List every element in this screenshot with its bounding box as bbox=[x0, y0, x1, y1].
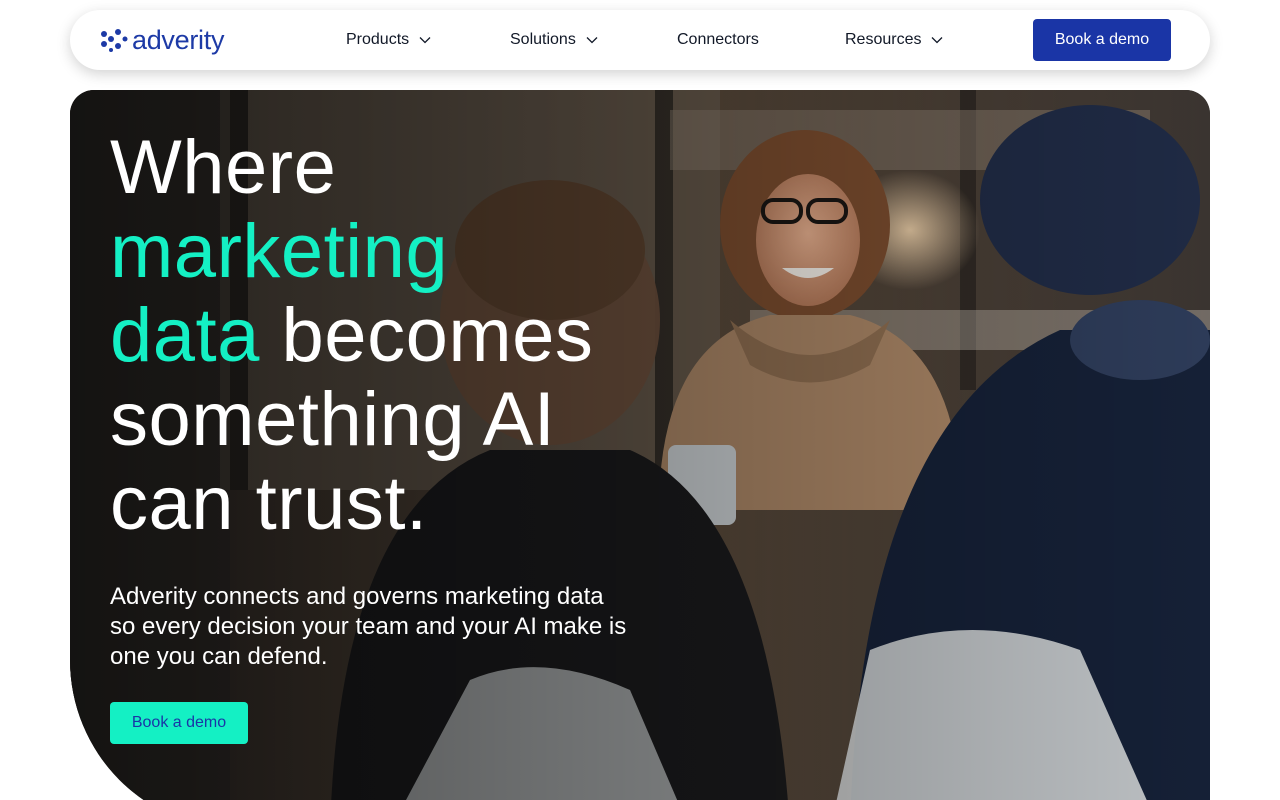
nav-resources[interactable]: Resources bbox=[845, 28, 943, 52]
hero-headline: Where marketing data becomes something A… bbox=[110, 126, 710, 546]
hero-content: Where marketing data becomes something A… bbox=[110, 126, 710, 744]
hero-subheadline: Adverity connects and governs marketing … bbox=[110, 583, 627, 670]
nav-solutions[interactable]: Solutions bbox=[510, 28, 598, 52]
headline-line-5: can trust. bbox=[110, 461, 428, 546]
top-navbar: adverity Products Solutions Connectors R… bbox=[70, 10, 1210, 70]
hero-section: Where marketing data becomes something A… bbox=[70, 90, 1210, 800]
headline-accent-1: marketing bbox=[110, 209, 449, 294]
nav-connectors-label: Connectors bbox=[677, 31, 759, 48]
headline-line-3-rest: becomes bbox=[259, 293, 594, 378]
nav-solutions-label: Solutions bbox=[510, 31, 576, 48]
chevron-down-icon bbox=[932, 37, 943, 44]
book-demo-button[interactable]: Book a demo bbox=[1033, 19, 1171, 61]
chevron-down-icon bbox=[419, 37, 431, 44]
chevron-down-icon bbox=[586, 37, 598, 44]
adverity-dots-icon bbox=[101, 29, 128, 52]
adverity-logo[interactable]: adverity bbox=[100, 24, 224, 56]
nav-products-label: Products bbox=[346, 31, 410, 48]
headline-line-1: Where bbox=[110, 125, 337, 210]
nav-resources-label: Resources bbox=[845, 31, 922, 48]
headline-line-4: something AI bbox=[110, 377, 556, 462]
headline-accent-2: data bbox=[110, 293, 260, 378]
hero-book-demo-button[interactable]: Book a demo bbox=[110, 702, 248, 744]
logo-wordmark: adverity bbox=[132, 25, 225, 55]
nav-connectors[interactable]: Connectors bbox=[677, 28, 759, 52]
nav-products[interactable]: Products bbox=[346, 28, 431, 52]
